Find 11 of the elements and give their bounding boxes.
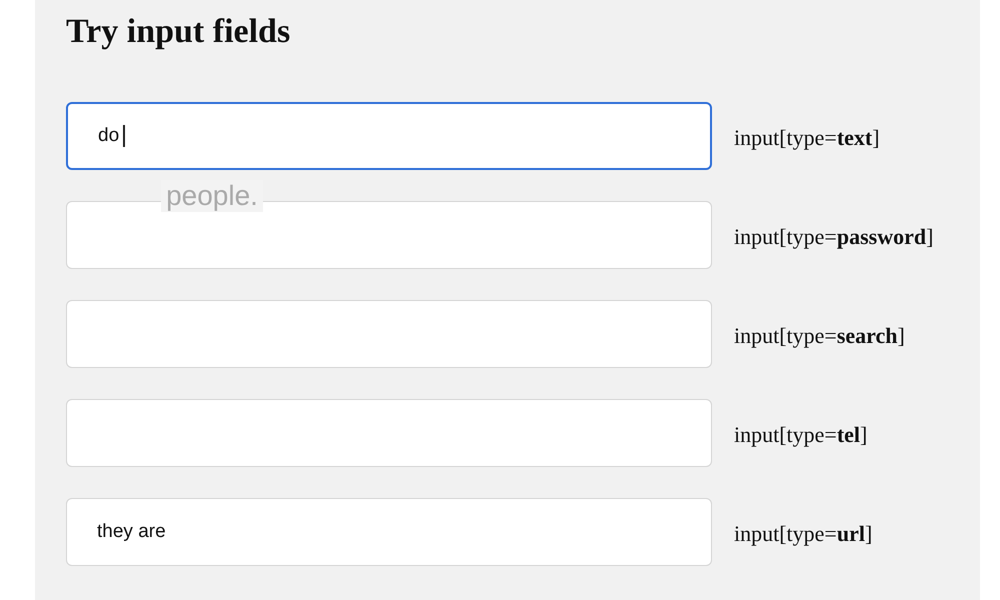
text-caret [123, 125, 125, 147]
field-label: input[type=tel] [734, 420, 868, 449]
field-label: input[type=search] [734, 322, 905, 350]
input-field[interactable]: do [66, 102, 712, 170]
input-field[interactable]: they are [66, 498, 712, 566]
field-label: input[type=password] [734, 222, 934, 251]
field-label: input[type=url] [734, 520, 872, 548]
input-field[interactable] [66, 300, 712, 368]
input-field[interactable] [66, 399, 712, 467]
page-title: Try input fields [66, 12, 290, 52]
field-label: input[type=text] [734, 124, 880, 152]
